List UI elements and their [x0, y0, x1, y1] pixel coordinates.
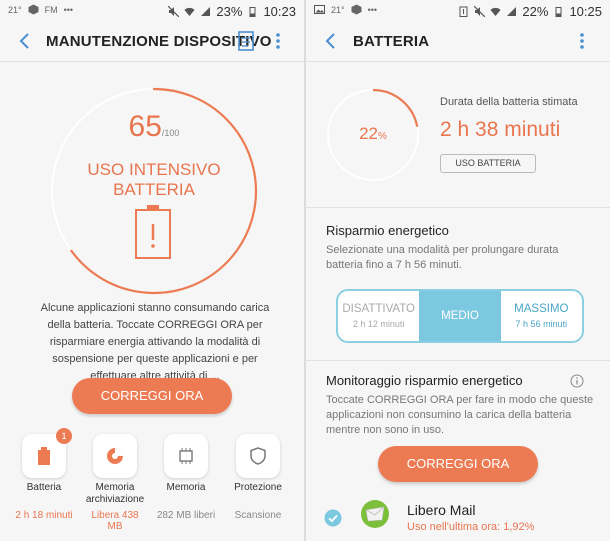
image-notification-icon	[314, 5, 325, 14]
battery-icon	[38, 447, 50, 465]
tile-value: 282 MB liberi	[156, 510, 216, 521]
score-value: 65	[128, 110, 162, 143]
tile-protection-box[interactable]	[236, 434, 280, 478]
estimated-duration-label: Durata della batteria stimata	[440, 96, 578, 108]
battery-status-icon	[249, 7, 256, 17]
battery-percent-value: 22	[359, 124, 378, 143]
monitor-description: Toccate CORREGGI ORA per fare in modo ch…	[326, 394, 594, 436]
battery-status-icon	[555, 7, 562, 17]
clock-text: 10:23	[263, 4, 296, 19]
estimated-duration-value: 2 h 38 minuti	[440, 118, 561, 141]
app-usage: Uso nell'ultima ora: 1,92%	[407, 521, 535, 533]
mode-max[interactable]: MASSIMO 7 h 56 minuti	[501, 291, 582, 341]
score-ring: 65/100 USO INTENSIVO BATTERIA	[49, 86, 259, 296]
tile-memory-box[interactable]	[164, 434, 208, 478]
more-options-icon[interactable]	[576, 30, 588, 52]
mode-medium-label: MEDIO	[441, 310, 479, 322]
memory-chip-icon	[179, 448, 193, 464]
header-divider	[0, 61, 304, 62]
section-divider	[306, 207, 610, 208]
notification-badge: 1	[56, 428, 72, 444]
battery-warning-icon	[135, 205, 171, 259]
tile-label: Protezione	[234, 482, 282, 493]
wifi-icon	[184, 7, 195, 16]
mode-max-time: 7 h 56 minuti	[515, 319, 568, 329]
status-bar: 21° ••• 22% 10:25	[306, 0, 610, 22]
screenshot-stage: 21° FM ••• 23% 10:23 MANUTENZIONE DISPOS…	[0, 0, 610, 541]
page-title: BATTERIA	[353, 33, 430, 50]
issue-description: Alcune applicazioni stanno consumando ca…	[40, 302, 270, 382]
document-icon[interactable]	[237, 31, 255, 51]
battery-percent-unit: %	[378, 131, 387, 142]
fix-now-button[interactable]: CORREGGI ORA	[72, 378, 232, 414]
tile-value: 2 h 18 minuti	[15, 510, 73, 521]
app-notification-icon	[351, 4, 362, 15]
back-arrow-icon[interactable]	[14, 29, 36, 53]
checkbox-checked-icon[interactable]	[324, 509, 342, 527]
tile-battery-box[interactable]: 1	[22, 428, 72, 478]
header-divider	[306, 61, 610, 62]
tile-protection[interactable]: Protezione Scansione	[226, 434, 290, 521]
status-line-2: BATTERIA	[113, 180, 195, 199]
status-text: USO INTENSIVO BATTERIA	[49, 160, 259, 200]
fm-radio-text: FM	[44, 4, 58, 15]
wifi-icon	[490, 7, 501, 16]
signal-icon	[201, 7, 211, 16]
tile-battery[interactable]: 1 Batteria 2 h 18 minuti	[12, 428, 76, 521]
clock-text: 10:25	[569, 4, 602, 19]
more-options-icon[interactable]	[272, 30, 284, 52]
power-saving-icon	[459, 6, 468, 17]
storage-pie-icon	[107, 448, 123, 464]
shield-icon	[250, 447, 266, 465]
signal-icon	[507, 7, 517, 16]
score-display: 65/100	[49, 110, 259, 144]
score-max: /100	[161, 128, 180, 138]
battery-screen: 21° ••• 22% 10:25 BATTERIA 22% Durata de…	[306, 0, 610, 541]
libero-mail-app-icon	[361, 500, 389, 528]
mode-off[interactable]: DISATTIVATO 2 h 12 minuti	[338, 291, 419, 341]
info-icon[interactable]	[570, 374, 584, 388]
monitor-title: Monitoraggio risparmio energetico	[326, 373, 523, 388]
tile-label: Memoria archiviazione	[85, 482, 145, 505]
mode-max-label: MASSIMO	[514, 303, 569, 315]
mute-icon	[474, 6, 486, 17]
tile-value: Scansione	[234, 510, 282, 521]
status-line-1: USO INTENSIVO	[87, 160, 221, 179]
more-notifications-icon: •••	[63, 4, 74, 15]
power-saving-title: Risparmio energetico	[326, 223, 449, 238]
mode-off-time: 2 h 12 minuti	[352, 319, 405, 329]
battery-usage-button[interactable]: USO BATTERIA	[440, 154, 536, 173]
app-bar: BATTERIA	[306, 22, 610, 60]
app-name: Libero Mail	[407, 502, 476, 518]
tile-label: Batteria	[26, 482, 62, 493]
section-divider	[306, 360, 610, 361]
power-saving-description: Selezionate una modalità per prolungare …	[326, 244, 559, 271]
tile-storage[interactable]: Memoria archiviazione Libera 438 MB	[83, 434, 147, 532]
more-notifications-icon: •••	[367, 4, 378, 15]
battery-percent-display: 22%	[326, 124, 420, 144]
temperature-text: 21°	[8, 4, 22, 15]
mode-off-label: DISATTIVATO	[342, 303, 415, 315]
tile-storage-box[interactable]	[93, 434, 137, 478]
mode-medium[interactable]: MEDIO	[419, 291, 501, 341]
device-maintenance-screen: 21° FM ••• 23% 10:23 MANUTENZIONE DISPOS…	[0, 0, 304, 541]
tile-label: Memoria	[166, 482, 206, 493]
mute-icon	[168, 6, 180, 17]
tile-value: Libera 438 MB	[91, 510, 139, 532]
status-bar: 21° FM ••• 23% 10:23	[0, 0, 304, 22]
power-mode-selector[interactable]: DISATTIVATO 2 h 12 minuti MEDIO MASSIMO …	[336, 289, 584, 343]
temperature-text: 21°	[331, 4, 345, 15]
app-notification-icon	[28, 4, 39, 15]
fix-now-button[interactable]: CORREGGI ORA	[378, 446, 538, 482]
back-arrow-icon[interactable]	[320, 29, 342, 53]
battery-percent-text: 22%	[522, 4, 549, 19]
battery-percent-text: 23%	[216, 4, 243, 19]
tile-memory[interactable]: Memoria 282 MB liberi	[154, 434, 218, 521]
app-bar: MANUTENZIONE DISPOSITIVO	[0, 22, 304, 60]
